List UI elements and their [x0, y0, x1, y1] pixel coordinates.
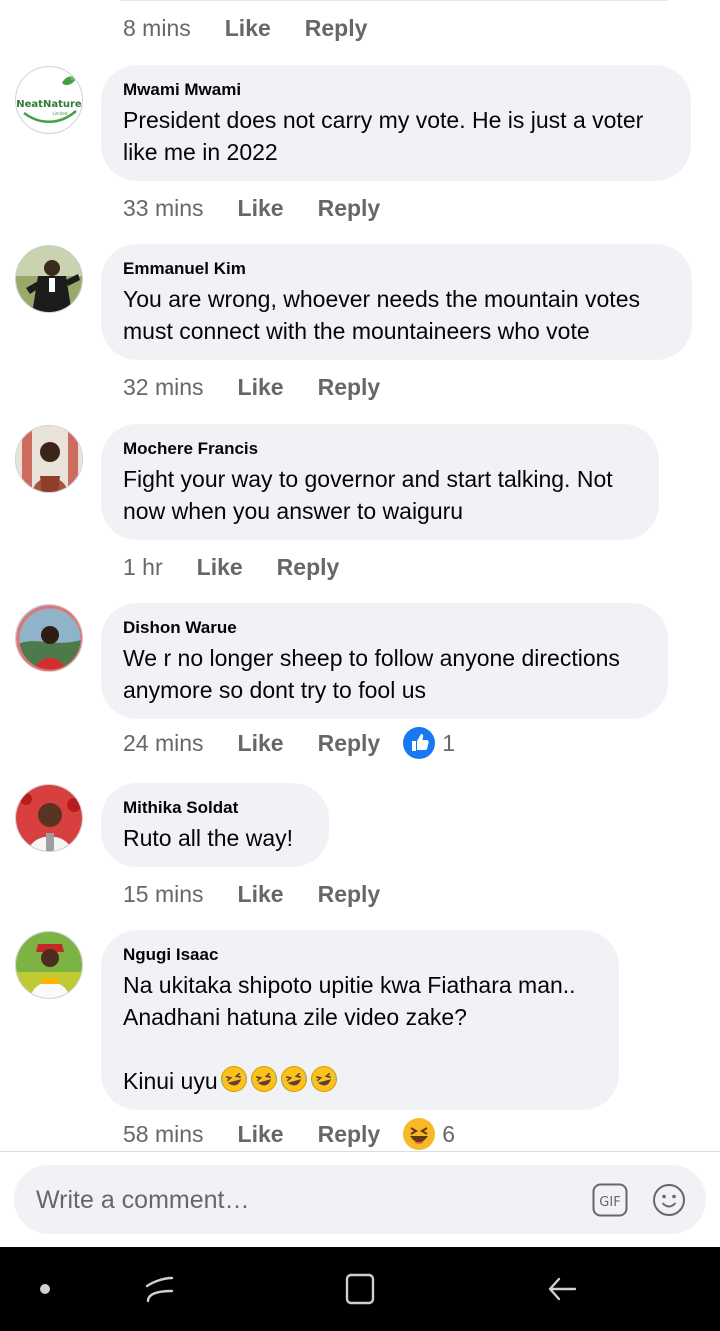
avatar[interactable] [15, 425, 83, 493]
smiley-icon [653, 1184, 685, 1216]
reply-button[interactable]: Reply [318, 195, 381, 222]
reply-button[interactable]: Reply [318, 374, 381, 401]
comment-bubble[interactable]: Mithika Soldat Ruto all the way! [101, 783, 329, 867]
comment-text: President does not carry my vote. He is … [123, 107, 650, 165]
comment-author[interactable]: Mithika Soldat [123, 797, 305, 819]
like-button[interactable]: Like [238, 1121, 284, 1148]
comment-meta-row: 24 mins Like Reply 1 [123, 726, 455, 760]
recent-apps-button[interactable] [130, 1247, 190, 1331]
reply-button[interactable]: Reply [305, 15, 368, 42]
nav-dot-button[interactable] [25, 1247, 65, 1331]
home-button[interactable] [330, 1247, 390, 1331]
comment-bubble[interactable]: Mwami Mwami President does not carry my … [101, 65, 691, 181]
avatar[interactable] [15, 931, 83, 999]
comment-text: Fight your way to governor and start tal… [123, 466, 620, 524]
comment-meta-row: 15 mins Like Reply [123, 877, 414, 911]
like-button[interactable]: Like [238, 195, 284, 222]
comment-timestamp: 33 mins [123, 194, 204, 221]
reaction-summary[interactable]: 6 [402, 1117, 455, 1151]
comment-meta-row: 32 mins Like Reply [123, 370, 414, 404]
laughing-tears-emoji-icon [310, 1066, 337, 1092]
home-square-icon [345, 1273, 375, 1305]
avatar-logo-text: NeatNature [16, 99, 82, 110]
comment-timestamp: 24 mins [123, 729, 204, 756]
like-button[interactable]: Like [238, 374, 284, 401]
back-button[interactable] [532, 1247, 592, 1331]
comment-bubble[interactable]: Emmanuel Kim You are wrong, whoever need… [101, 244, 692, 360]
comment-timestamp: 15 mins [123, 880, 204, 907]
comments-feed: 8 mins Like Reply NeatNature Limited Mwa… [0, 0, 720, 1151]
comment-input[interactable] [34, 1165, 578, 1236]
like-button[interactable]: Like [197, 554, 243, 581]
comment-meta-row: 1 hr Like Reply [123, 550, 373, 584]
haha-icon [403, 1118, 436, 1150]
comment-text: Ruto all the way! [123, 825, 294, 851]
back-arrow-icon [548, 1277, 577, 1301]
reaction-count: 1 [442, 729, 456, 756]
comment-author[interactable]: Ngugi Isaac [123, 944, 595, 966]
avatar[interactable] [15, 604, 83, 672]
laughing-tears-emoji-icon [280, 1066, 307, 1092]
comment-bubble[interactable]: Ngugi Isaac Na ukitaka shipoto upitie kw… [101, 930, 619, 1110]
like-button[interactable]: Like [225, 15, 271, 42]
reply-button[interactable]: Reply [318, 730, 381, 757]
laughing-tears-emoji-icon [250, 1066, 277, 1092]
comment-text: We r no longer sheep to follow anyone di… [123, 645, 627, 703]
system-navigation-bar [0, 1247, 720, 1331]
comment-bubble[interactable]: Mochere Francis Fight your way to govern… [101, 424, 659, 540]
comment-composer[interactable]: GIF [14, 1165, 706, 1236]
comment-text: You are wrong, whoever needs the mountai… [123, 286, 647, 344]
gif-icon: GIF [592, 1183, 628, 1217]
gif-label: GIF [599, 1195, 620, 1210]
comment-bubble[interactable]: Dishon Warue We r no longer sheep to fol… [101, 603, 668, 719]
comment-author[interactable]: Emmanuel Kim [123, 258, 668, 280]
comment-author[interactable]: Mochere Francis [123, 438, 635, 460]
like-button[interactable]: Like [238, 730, 284, 757]
composer-divider [0, 1151, 720, 1152]
comment-text: Na ukitaka shipoto upitie kwa Fiathara m… [123, 969, 595, 1097]
comment-author[interactable]: Mwami Mwami [123, 79, 667, 101]
dot-icon [40, 1284, 50, 1294]
gif-button[interactable]: GIF [592, 1183, 628, 1217]
comment-meta-row: 8 mins Like Reply [123, 11, 401, 45]
reaction-count: 6 [442, 1120, 456, 1147]
reply-button[interactable]: Reply [318, 1121, 381, 1148]
comment-text-tail: Kinui uyu [123, 1068, 218, 1094]
comment-timestamp: 8 mins [123, 14, 191, 41]
comment-timestamp: 32 mins [123, 373, 204, 400]
divider-line [120, 0, 668, 1]
avatar[interactable] [15, 784, 83, 852]
comment-meta-row: 33 mins Like Reply [123, 191, 414, 225]
like-thumb-icon [403, 727, 436, 759]
comment-timestamp: 1 hr [123, 553, 163, 580]
like-button[interactable]: Like [238, 881, 284, 908]
avatar-logo-subtext: Limited [53, 111, 68, 116]
emoji-button[interactable] [652, 1183, 686, 1217]
reply-button[interactable]: Reply [277, 554, 340, 581]
recent-apps-icon [145, 1276, 174, 1303]
avatar[interactable] [15, 245, 83, 313]
comment-timestamp: 58 mins [123, 1120, 204, 1147]
comment-author[interactable]: Dishon Warue [123, 617, 644, 639]
comment-text-body: Na ukitaka shipoto upitie kwa Fiathara m… [123, 972, 576, 1030]
reaction-summary[interactable]: 1 [402, 726, 455, 760]
laughing-tears-emoji-icon [220, 1066, 247, 1092]
reply-button[interactable]: Reply [318, 881, 381, 908]
avatar[interactable]: NeatNature Limited [15, 66, 83, 134]
comment-meta-row: 58 mins Like Reply 6 [123, 1117, 455, 1151]
